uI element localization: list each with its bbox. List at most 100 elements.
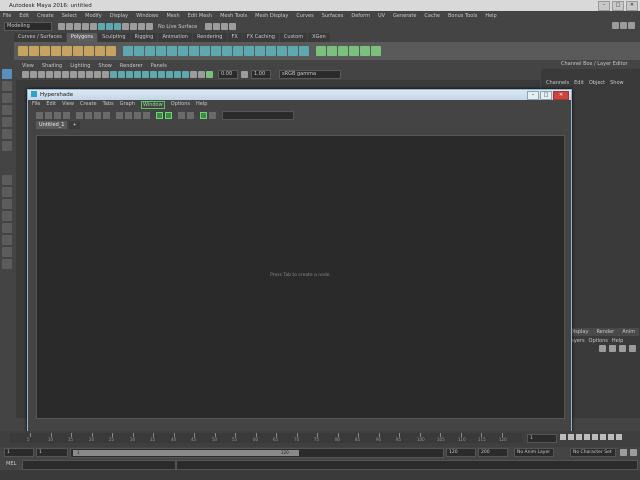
grid-toggle-icon[interactable]: [178, 111, 185, 119]
poly-cone-icon[interactable]: [51, 46, 61, 56]
ipr-render-icon[interactable]: [213, 23, 221, 30]
shelf-tab-xgen[interactable]: XGen: [308, 33, 330, 42]
select-tool-icon[interactable]: [2, 69, 12, 79]
poly-sphere-icon[interactable]: [18, 46, 28, 56]
hypershade-icon[interactable]: [229, 23, 237, 30]
auto-mapping-icon[interactable]: [327, 46, 337, 56]
menu-modify[interactable]: Modify: [85, 13, 102, 19]
film-gate-icon[interactable]: [62, 71, 69, 78]
screen-space-ao-icon[interactable]: [158, 71, 165, 78]
remove-selected-icon[interactable]: [94, 111, 101, 119]
render-current-icon[interactable]: [205, 23, 213, 30]
full-mode-icon[interactable]: [134, 111, 141, 119]
connect-icon[interactable]: [255, 46, 265, 56]
new-empty-layer-icon[interactable]: [619, 345, 626, 352]
boolean-icon[interactable]: [156, 46, 166, 56]
toggle-tool-settings-icon[interactable]: [620, 22, 627, 29]
shelf-tab-fx[interactable]: FX: [227, 33, 242, 42]
use-all-lights-icon[interactable]: [142, 71, 149, 78]
select-camera-icon[interactable]: [22, 71, 29, 78]
image-plane-icon[interactable]: [46, 71, 53, 78]
range-slider[interactable]: 1 120: [70, 448, 444, 458]
poly-cylinder-icon[interactable]: [40, 46, 50, 56]
gate-mask-icon[interactable]: [78, 71, 85, 78]
target-weld-icon[interactable]: [244, 46, 254, 56]
character-set-dropdown[interactable]: No Character Set: [570, 448, 616, 457]
menu-uv[interactable]: UV: [378, 13, 385, 19]
snap-grid-icon[interactable]: [122, 23, 129, 30]
snap-surface-icon[interactable]: [146, 23, 153, 30]
output-connections-icon[interactable]: [63, 111, 70, 119]
platonic-solid-icon[interactable]: [95, 46, 105, 56]
layer-menu-options[interactable]: Options: [589, 338, 608, 344]
go-to-start-icon[interactable]: [560, 434, 566, 440]
menu-edit[interactable]: Edit: [19, 13, 29, 19]
connected-mode-icon[interactable]: [125, 111, 132, 119]
add-tab-button[interactable]: +: [69, 121, 80, 129]
shadows-icon[interactable]: [150, 71, 157, 78]
node-editor-layout-icon[interactable]: [2, 259, 12, 269]
move-layer-up-icon[interactable]: [599, 345, 606, 352]
menu-mesh-display[interactable]: Mesh Display: [255, 13, 288, 19]
cb-menu-channels[interactable]: Channels: [546, 79, 569, 87]
wireframe-on-shaded-icon[interactable]: [126, 71, 133, 78]
persp-outliner-layout-icon[interactable]: [2, 199, 12, 209]
redo-icon[interactable]: [90, 23, 97, 30]
new-layer-selected-icon[interactable]: [629, 345, 636, 352]
hs-menu-view[interactable]: View: [62, 100, 74, 109]
add-selected-icon[interactable]: [85, 111, 92, 119]
menu-bonus-tools[interactable]: Bonus Tools: [448, 13, 477, 19]
bevel-icon[interactable]: [200, 46, 210, 56]
go-to-end-icon[interactable]: [616, 434, 622, 440]
extrude-icon[interactable]: [178, 46, 188, 56]
render-settings-icon[interactable]: [221, 23, 229, 30]
persp-graph-layout-icon[interactable]: [2, 211, 12, 221]
input-connections-icon[interactable]: [45, 111, 52, 119]
select-object-icon[interactable]: [106, 23, 113, 30]
cb-menu-show[interactable]: Show: [610, 79, 624, 87]
toggle-browser-icon[interactable]: [36, 111, 43, 119]
frame-all-icon[interactable]: [209, 111, 216, 119]
menu-file[interactable]: File: [3, 13, 11, 19]
hs-maximize-button[interactable]: □: [540, 91, 552, 100]
fill-hole-icon[interactable]: [211, 46, 221, 56]
range-slider-handle[interactable]: [73, 450, 299, 456]
resolution-gate-icon[interactable]: [70, 71, 77, 78]
poly-plane-icon[interactable]: [73, 46, 83, 56]
motion-blur-icon[interactable]: [166, 71, 173, 78]
hs-menu-edit[interactable]: Edit: [46, 100, 56, 109]
start-time-field[interactable]: 1: [4, 448, 34, 457]
live-surface-label[interactable]: No Live Surface: [158, 24, 197, 30]
bridge-icon[interactable]: [189, 46, 199, 56]
paint-select-icon[interactable]: [2, 93, 12, 103]
preferences-icon[interactable]: [630, 449, 637, 456]
snap-to-grid-icon[interactable]: [187, 111, 194, 119]
isolate-select-icon[interactable]: [190, 71, 197, 78]
planar-mapping-icon[interactable]: [316, 46, 326, 56]
layer-tab-render[interactable]: Render: [592, 328, 619, 336]
hs-menu-tabs[interactable]: Tabs: [103, 100, 114, 109]
insert-edge-loop-icon[interactable]: [277, 46, 287, 56]
simple-mode-icon[interactable]: [116, 111, 123, 119]
last-tool-icon[interactable]: [2, 141, 12, 151]
hs-close-button[interactable]: ✕: [553, 91, 569, 100]
toggle-attribute-editor-icon[interactable]: [612, 22, 619, 29]
select-hierarchy-icon[interactable]: [98, 23, 105, 30]
shelf-tab-custom[interactable]: Custom: [279, 33, 308, 42]
node-search-input[interactable]: [222, 110, 294, 120]
layer-tab-anim[interactable]: Anim: [618, 328, 640, 336]
minimize-button[interactable]: –: [598, 1, 610, 11]
graph-bookmark-icon[interactable]: [200, 111, 207, 119]
cb-menu-edit[interactable]: Edit: [574, 79, 584, 87]
play-backwards-icon[interactable]: [584, 434, 590, 440]
snap-curve-icon[interactable]: [130, 23, 137, 30]
single-perspective-layout-icon[interactable]: [2, 175, 12, 185]
toggle-channel-box-icon[interactable]: [628, 22, 635, 29]
open-scene-icon[interactable]: [66, 23, 73, 30]
separate-icon[interactable]: [134, 46, 144, 56]
step-back-frame-icon[interactable]: [576, 434, 582, 440]
shelf-tab-curves-surfaces[interactable]: Curves / Surfaces: [14, 33, 66, 42]
cylindrical-mapping-icon[interactable]: [338, 46, 348, 56]
shelf-tab-rigging[interactable]: Rigging: [130, 33, 158, 42]
smooth-icon[interactable]: [145, 46, 155, 56]
